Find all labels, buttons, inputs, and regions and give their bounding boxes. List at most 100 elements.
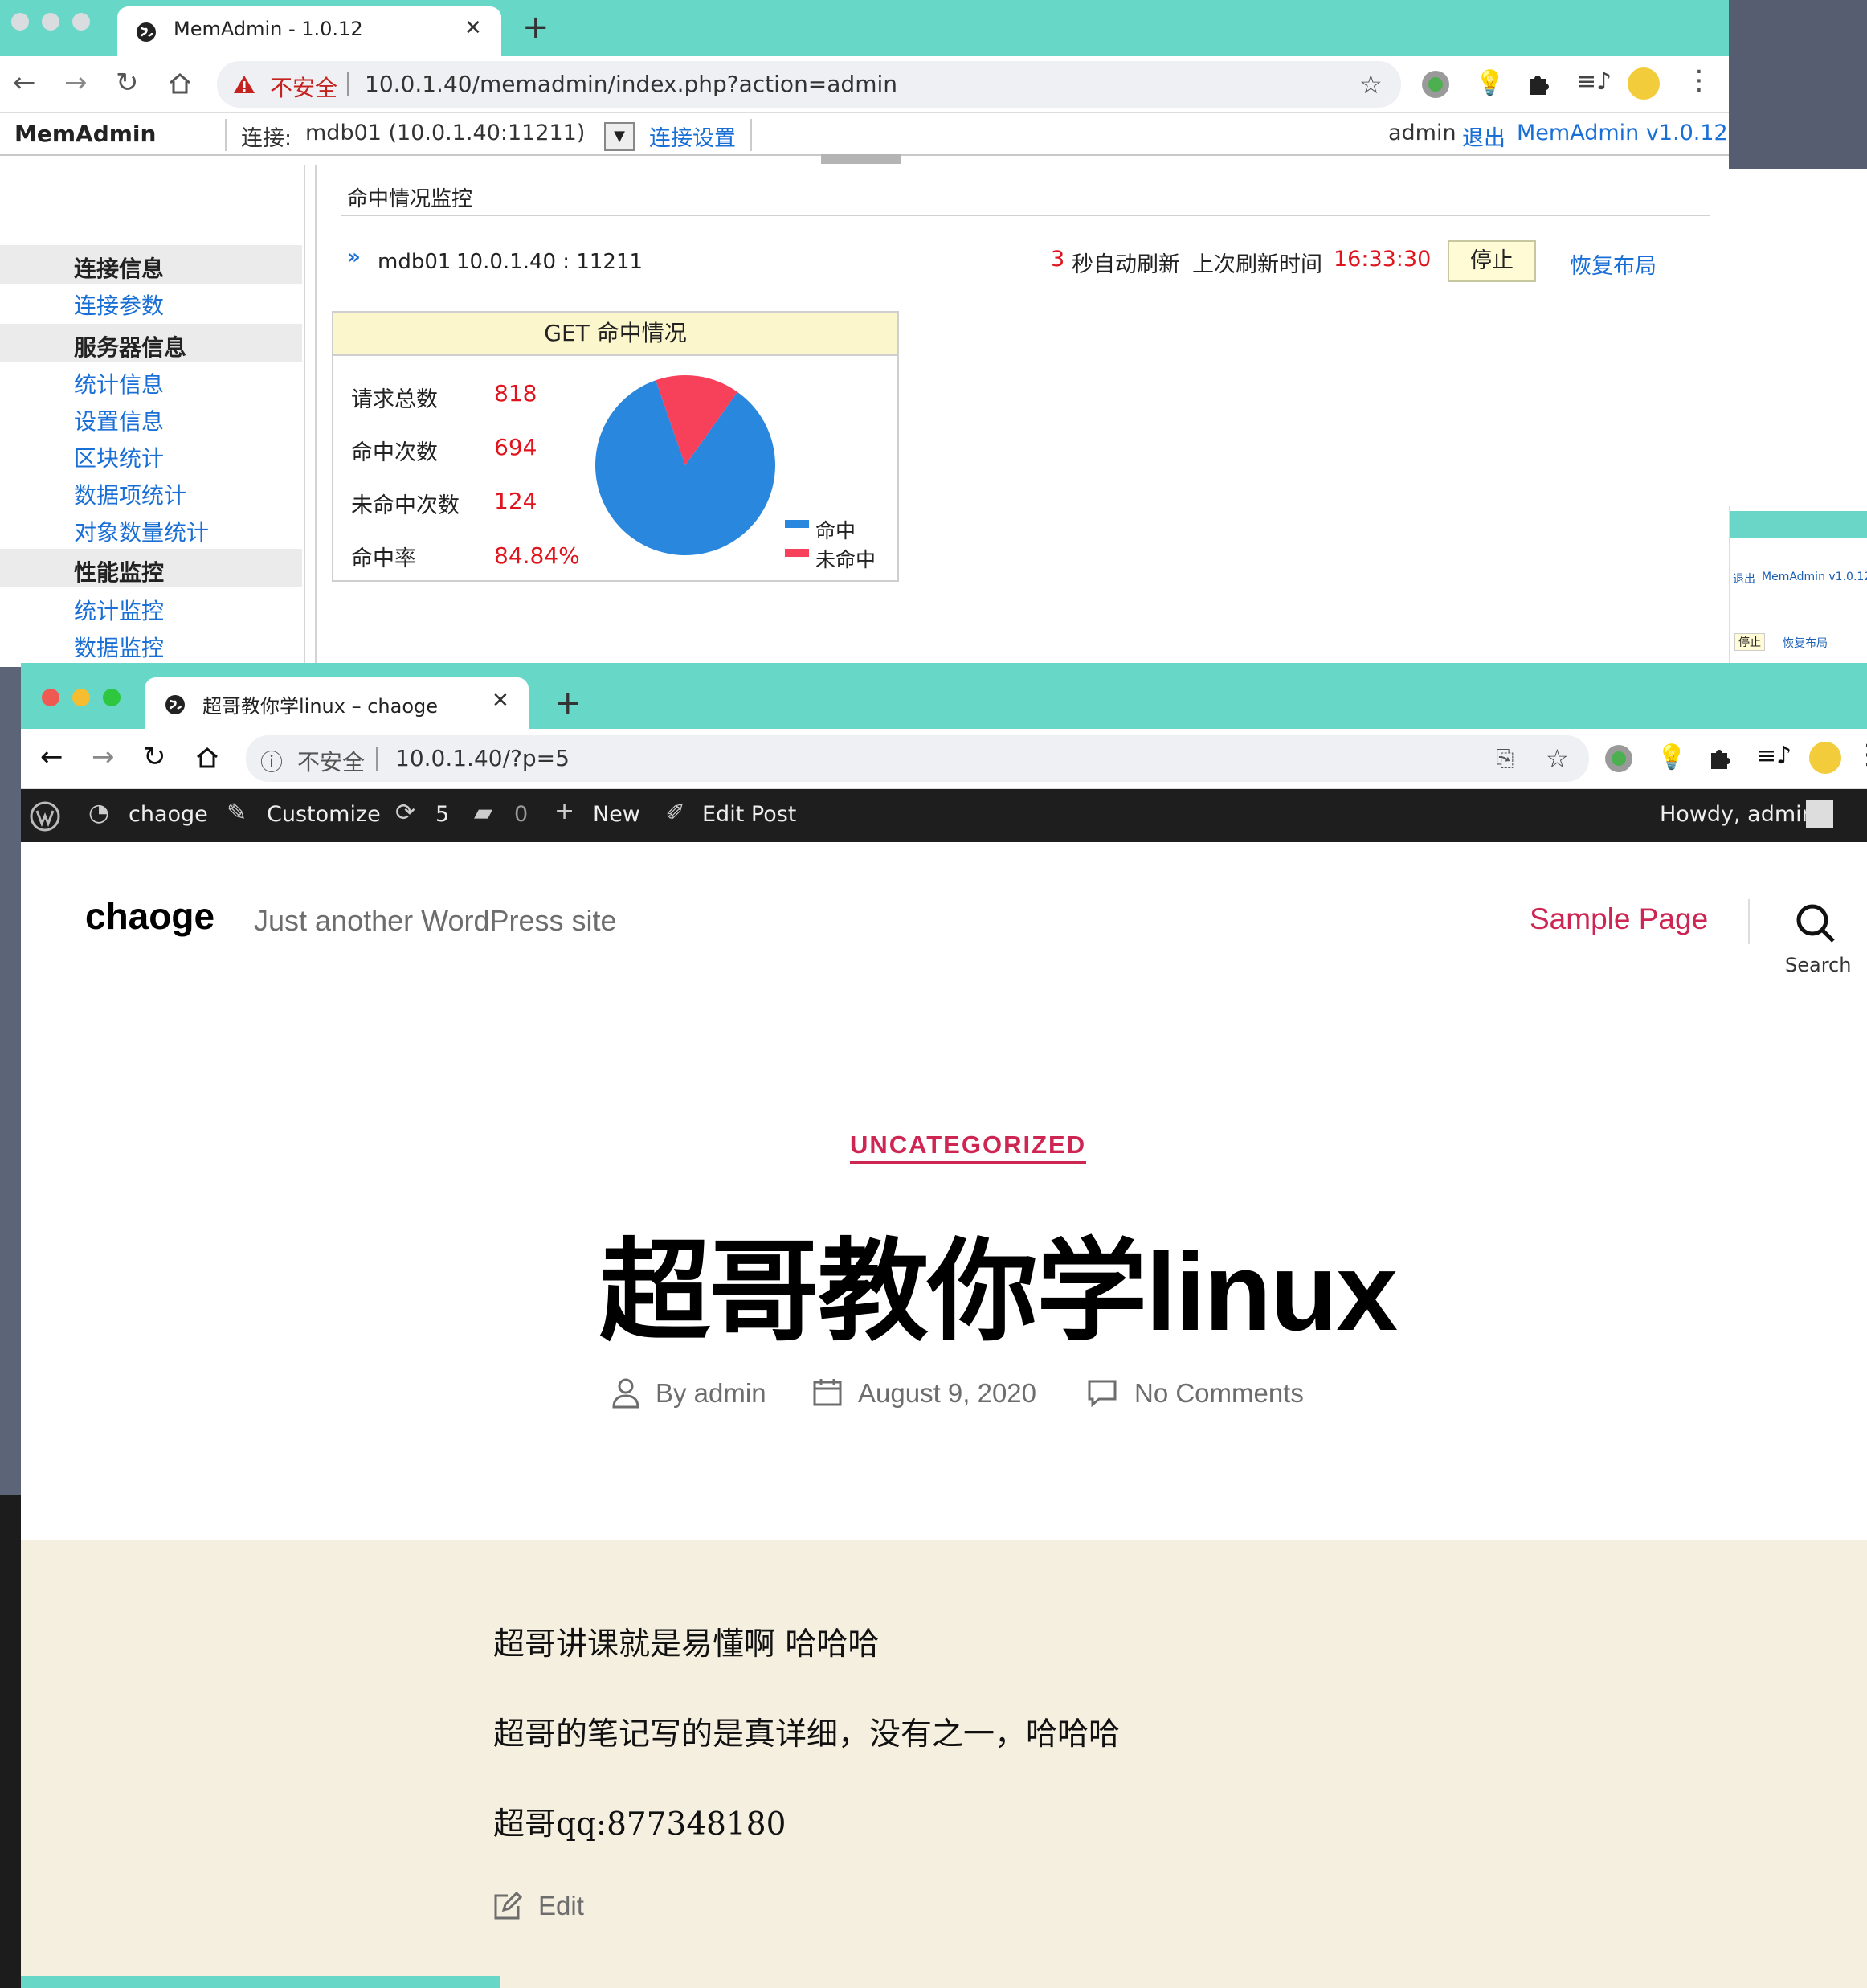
post-author[interactable]: By admin bbox=[656, 1378, 766, 1409]
avatar[interactable] bbox=[1628, 67, 1660, 100]
back-icon[interactable]: ← bbox=[40, 743, 63, 771]
reload-icon[interactable]: ↻ bbox=[143, 743, 166, 771]
menu-kebab-icon[interactable]: ⋮ bbox=[1854, 738, 1867, 771]
reload-icon[interactable]: ↻ bbox=[116, 69, 139, 96]
bulb-extension-icon[interactable]: 💡 bbox=[1475, 69, 1505, 97]
url-text[interactable]: 10.0.1.40/memadmin/index.php?action=admi… bbox=[365, 71, 897, 97]
puzzle-icon[interactable] bbox=[1706, 743, 1734, 771]
close-window-dot[interactable] bbox=[11, 13, 29, 31]
stat-label: 未命中次数 bbox=[351, 493, 460, 518]
author-icon bbox=[612, 1378, 639, 1409]
sidebar-item-items[interactable]: 数据项统计 bbox=[74, 478, 186, 510]
back-icon[interactable]: ← bbox=[13, 69, 36, 96]
menu-kebab-icon[interactable]: ⋮ bbox=[1685, 64, 1713, 96]
sidebar-header-label: 服务器信息 bbox=[74, 334, 187, 361]
info-icon[interactable]: ⓘ bbox=[260, 745, 283, 777]
security-label[interactable]: 不安全 bbox=[297, 745, 365, 777]
tab-wordpress[interactable]: 超哥教你学linux – chaoge ✕ bbox=[145, 677, 529, 729]
topbar-divider bbox=[750, 119, 752, 151]
sidebar-item-data-monitor[interactable]: 数据监控 bbox=[74, 631, 164, 663]
background-version-link: MemAdmin v1.0.12 bbox=[1762, 571, 1867, 583]
close-tab-icon[interactable]: ✕ bbox=[464, 16, 482, 40]
wordpress-logo-icon[interactable] bbox=[29, 800, 61, 832]
connection-select[interactable]: mdb01 (10.0.1.40:11211) bbox=[305, 121, 585, 145]
address-bar[interactable]: 不安全 10.0.1.40/memadmin/index.php?action=… bbox=[217, 61, 1401, 108]
media-control-icon[interactable]: ≡♪ bbox=[1756, 742, 1791, 770]
avatar[interactable] bbox=[1809, 742, 1841, 774]
admin-bar-howdy[interactable]: Howdy, admin bbox=[1660, 802, 1816, 827]
admin-bar-customize[interactable]: Customize bbox=[267, 802, 381, 827]
connect-settings-link[interactable]: 连接设置 bbox=[649, 121, 736, 152]
paragraph: 超哥的笔记写的是真详细，没有之一，哈哈哈 bbox=[493, 1716, 1121, 1753]
chevron-down-icon[interactable]: ▼ bbox=[604, 122, 635, 151]
post-title: 超哥教你学linux bbox=[599, 1230, 1398, 1354]
post-date[interactable]: August 9, 2020 bbox=[858, 1378, 1036, 1409]
status-bar-strip bbox=[21, 1976, 500, 1988]
bulb-extension-icon[interactable]: 💡 bbox=[1657, 743, 1686, 771]
sidebar-item-stats-monitor[interactable]: 统计监控 bbox=[74, 594, 164, 626]
bookmark-star-icon[interactable]: ☆ bbox=[1546, 743, 1569, 774]
background-stop-button: 停止 bbox=[1734, 633, 1765, 651]
globe-icon bbox=[165, 695, 185, 714]
category-link[interactable]: UNCATEGORIZED bbox=[850, 1131, 1087, 1164]
home-icon[interactable] bbox=[167, 71, 193, 96]
close-window-dot[interactable] bbox=[42, 689, 59, 706]
avatar[interactable] bbox=[1806, 800, 1833, 828]
post-content: 超哥讲课就是易懂啊 哈哈哈 超哥的笔记写的是真详细，没有之一，哈哈哈 超哥qq:… bbox=[21, 1540, 1867, 1988]
admin-bar-edit-post[interactable]: Edit Post bbox=[702, 802, 796, 827]
header-divider bbox=[1748, 899, 1750, 944]
sidebar-item-slabs[interactable]: 区块统计 bbox=[74, 441, 164, 473]
home-icon[interactable] bbox=[194, 745, 220, 771]
extension-green-icon[interactable] bbox=[1605, 745, 1632, 772]
search-icon[interactable] bbox=[1795, 902, 1836, 944]
bookmark-star-icon[interactable]: ☆ bbox=[1359, 69, 1383, 100]
close-tab-icon[interactable]: ✕ bbox=[492, 689, 509, 713]
address-divider bbox=[347, 72, 349, 96]
extension-green-icon[interactable] bbox=[1422, 71, 1449, 98]
site-title[interactable]: chaoge bbox=[85, 894, 214, 938]
stop-button[interactable]: 停止 bbox=[1448, 240, 1536, 282]
stat-value: 818 bbox=[494, 380, 537, 407]
admin-bar-site[interactable]: chaoge bbox=[129, 802, 208, 827]
new-tab-icon[interactable]: + bbox=[522, 11, 549, 43]
edit-post-link[interactable]: Edit bbox=[538, 1891, 584, 1921]
sidebar-item-settings[interactable]: 设置信息 bbox=[74, 404, 164, 436]
minimize-window-dot[interactable] bbox=[72, 689, 90, 706]
admin-bar-updates[interactable]: 5 bbox=[435, 802, 449, 827]
media-control-icon[interactable]: ≡♪ bbox=[1576, 67, 1612, 96]
security-label[interactable]: 不安全 bbox=[270, 71, 337, 103]
server-name: mdb01 bbox=[378, 250, 451, 274]
minimize-window-dot[interactable] bbox=[42, 13, 59, 31]
sidebar-item-stats[interactable]: 统计信息 bbox=[74, 367, 164, 399]
site-tagline: Just another WordPress site bbox=[254, 904, 617, 937]
sidebar-item-connection-params[interactable]: 连接参数 bbox=[74, 288, 164, 321]
translate-icon[interactable]: ⎘ bbox=[1496, 745, 1514, 772]
zoom-window-dot[interactable] bbox=[72, 13, 90, 31]
restore-layout-link[interactable]: 恢复布局 bbox=[1570, 248, 1657, 280]
zoom-window-dot[interactable] bbox=[103, 689, 121, 706]
address-bar[interactable]: ⓘ 不安全 10.0.1.40/?p=5 ⎘ ☆ bbox=[246, 735, 1589, 782]
connect-label: 连接: bbox=[241, 126, 292, 151]
admin-bar-comments[interactable]: 0 bbox=[514, 802, 528, 827]
get-hit-panel[interactable]: GET 命中情况 请求总数 818 命中次数 694 未命中次数 124 命中率… bbox=[332, 311, 899, 582]
layout-resize-handle[interactable] bbox=[821, 154, 901, 164]
sidebar-item-objects[interactable]: 对象数量统计 bbox=[74, 515, 209, 547]
url-text[interactable]: 10.0.1.40/?p=5 bbox=[395, 745, 570, 771]
refresh-seconds: 3 bbox=[1051, 247, 1065, 272]
nav-sample-page[interactable]: Sample Page bbox=[1530, 902, 1708, 936]
post-comments[interactable]: No Comments bbox=[1134, 1378, 1304, 1409]
version-link[interactable]: MemAdmin v1.0.12 bbox=[1517, 121, 1728, 145]
logout-link[interactable]: 退出 bbox=[1462, 121, 1505, 152]
get-panel-title[interactable]: GET 命中情况 bbox=[333, 313, 897, 356]
desktop-background bbox=[1729, 0, 1867, 169]
search-label[interactable]: Search bbox=[1785, 954, 1851, 976]
paragraph: 超哥讲课就是易懂啊 哈哈哈 bbox=[493, 1626, 880, 1663]
admin-bar-new[interactable]: New bbox=[593, 802, 640, 827]
username-label: admin bbox=[1388, 121, 1456, 145]
tab-memadmin[interactable]: MemAdmin - 1.0.12 ✕ bbox=[117, 6, 501, 56]
forward-icon[interactable]: → bbox=[64, 69, 88, 96]
new-tab-icon[interactable]: + bbox=[554, 687, 582, 719]
forward-icon[interactable]: → bbox=[92, 743, 115, 771]
topbar-divider bbox=[225, 119, 227, 151]
puzzle-icon[interactable] bbox=[1525, 69, 1552, 96]
